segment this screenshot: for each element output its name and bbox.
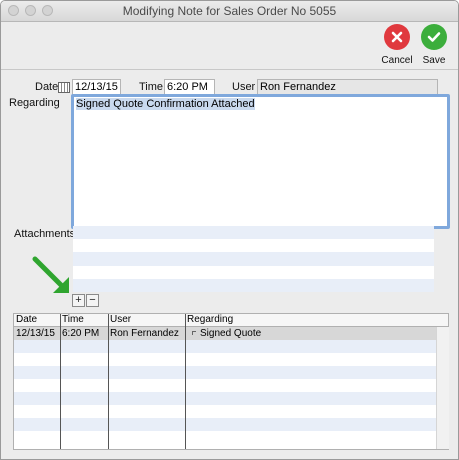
list-item [73, 239, 434, 252]
table-row[interactable] [14, 366, 436, 379]
column-header-regarding[interactable]: Regarding [185, 314, 233, 326]
date-label: Date [35, 81, 59, 93]
attachments-label: Attachments [14, 228, 76, 240]
column-divider [60, 314, 61, 449]
column-header-user[interactable]: User [108, 314, 131, 326]
time-label: Time [139, 81, 164, 93]
column-divider [108, 314, 109, 449]
list-item [73, 226, 434, 240]
regarding-textarea[interactable]: Signed Quote Confirmation Attached [71, 94, 450, 229]
save-button[interactable]: Save [417, 24, 451, 66]
table-row[interactable] [14, 353, 436, 366]
table-row[interactable] [14, 392, 436, 405]
table-header: Date Time User Regarding [14, 314, 448, 327]
toolbar-divider [1, 69, 458, 70]
checkmark-icon [421, 24, 447, 50]
attachments-list[interactable] [73, 226, 434, 292]
calendar-icon[interactable] [58, 82, 70, 93]
save-label: Save [422, 55, 446, 66]
cell-time: 6:20 PM [62, 328, 100, 339]
toolbar: Cancel Save [1, 22, 458, 69]
table-row[interactable] [14, 431, 436, 444]
cancel-icon [384, 24, 410, 50]
column-header-date[interactable]: Date [14, 314, 37, 326]
user-field: Ron Fernandez [257, 79, 438, 95]
notes-table: Date Time User Regarding 12/13/15 6:20 PM… [13, 313, 449, 450]
cell-date: 12/13/15 [16, 328, 55, 339]
date-field[interactable]: 12/13/15 [72, 79, 121, 95]
cell-user: Ron Fernandez [110, 328, 179, 339]
table-row[interactable]: 12/13/15 6:20 PM Ron Fernandez Signed Quote [14, 327, 436, 340]
list-item [73, 266, 434, 279]
user-label: User [232, 81, 256, 93]
cancel-label: Cancel [381, 55, 413, 66]
cell-regarding: Signed Quote [200, 328, 262, 339]
column-divider [185, 314, 186, 449]
title-bar: Modifying Note for Sales Order No 5055 [1, 1, 458, 22]
column-header-time[interactable]: Time [60, 314, 84, 326]
pointer-arrow-icon [32, 256, 69, 293]
note-window: Modifying Note for Sales Order No 5055 C… [0, 0, 459, 460]
scrollbar[interactable] [436, 327, 449, 449]
add-attachment-button[interactable]: + [72, 294, 85, 307]
time-field[interactable]: 6:20 PM [164, 79, 215, 95]
table-row[interactable] [14, 340, 436, 353]
table-row[interactable] [14, 405, 436, 418]
list-item [73, 252, 434, 266]
table-row[interactable] [14, 379, 436, 392]
table-row[interactable] [14, 418, 436, 431]
remove-attachment-button[interactable]: − [86, 294, 99, 307]
window-title: Modifying Note for Sales Order No 5055 [122, 4, 337, 18]
regarding-label: Regarding [9, 97, 60, 109]
disclosure-icon [192, 331, 196, 335]
list-item [73, 278, 434, 292]
cancel-button[interactable]: Cancel [380, 24, 414, 66]
regarding-text: Signed Quote Confirmation Attached [76, 98, 255, 110]
